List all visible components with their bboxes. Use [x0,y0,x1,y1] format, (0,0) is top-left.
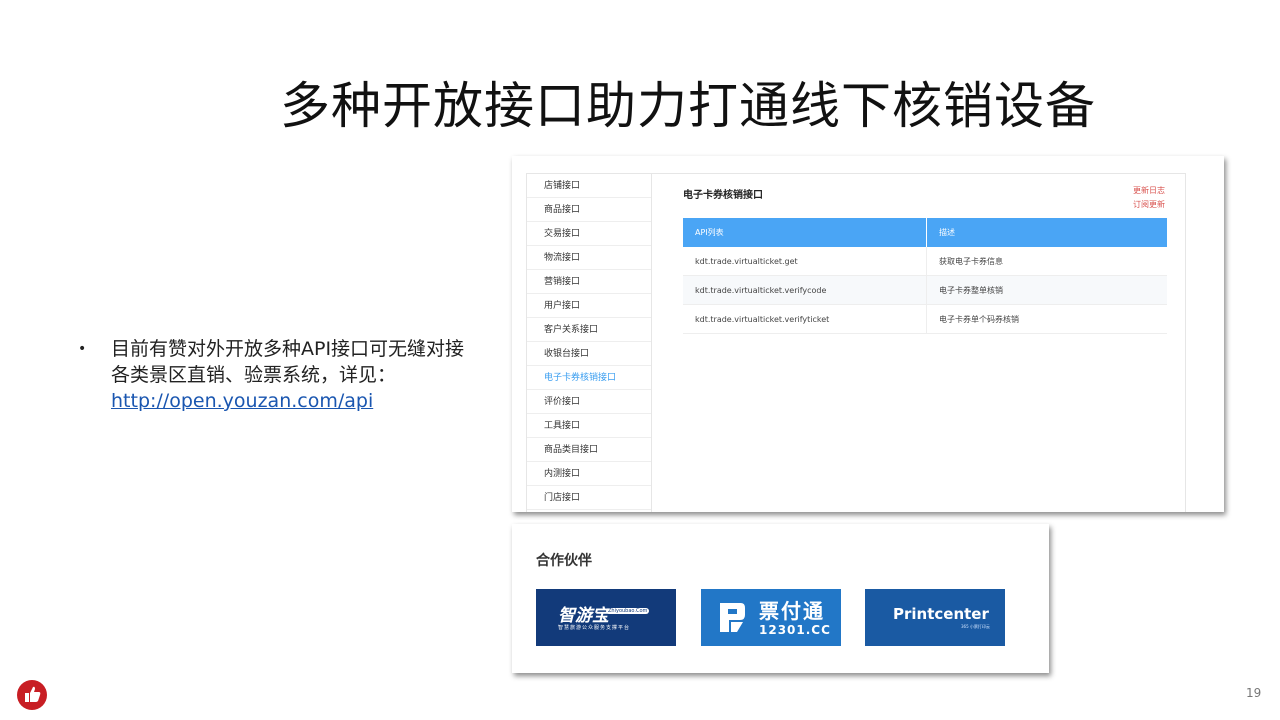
sidebar-item-crm[interactable]: 客户关系接口 [527,318,651,342]
sidebar-item-shop[interactable]: 店铺接口 [527,174,651,198]
api-doc-page: 店铺接口 商品接口 交易接口 物流接口 营销接口 用户接口 客户关系接口 收银台… [526,173,1186,512]
table-header-row: API列表 描述 [683,218,1167,247]
zhiyoubao-subtitle: 智慧旅游公众服务支撑平台 [558,625,631,631]
sidebar-item-tools[interactable]: 工具接口 [527,414,651,438]
zhiyoubao-name: 智游宝 [558,606,609,626]
sidebar-item-logistics[interactable]: 物流接口 [527,246,651,270]
api-sidebar: 店铺接口 商品接口 交易接口 物流接口 营销接口 用户接口 客户关系接口 收银台… [527,174,652,512]
zhiyoubao-site: Zhiyoubao.Com [606,608,650,614]
sidebar-item-store[interactable]: 门店接口 [527,486,651,510]
sidebar-item-category[interactable]: 商品类目接口 [527,438,651,462]
partners-title: 合作伙伴 [536,553,592,569]
partners-screenshot: 合作伙伴 智游宝 Zhiyoubao.Com 智慧旅游公众服务支撑平台 票付通 … [512,524,1049,673]
bullet-body: 目前有赞对外开放多种API接口可无缝对接各类景区直销、验票系统，详见： [111,338,465,386]
bullet-marker: • [78,341,87,357]
api-screenshot: 店铺接口 商品接口 交易接口 物流接口 营销接口 用户接口 客户关系接口 收银台… [512,156,1224,512]
api-doc-link[interactable]: http://open.youzan.com/api [111,390,373,412]
sidebar-item-review[interactable]: 评价接口 [527,390,651,414]
sidebar-item-marketing[interactable]: 营销接口 [527,270,651,294]
api-heading: 电子卡券核销接口 [683,190,763,201]
changelog-link[interactable]: 更新日志 [1133,184,1165,198]
sidebar-item-beta[interactable]: 内测接口 [527,462,651,486]
api-links: 更新日志 订阅更新 [1133,184,1165,212]
table-row: kdt.trade.virtualticket.get 获取电子卡券信息 [683,247,1167,276]
table-row: kdt.trade.virtualticket.verifyticket 电子卡… [683,304,1167,334]
column-header-api: API列表 [683,218,927,247]
sidebar-item-product[interactable]: 商品接口 [527,198,651,222]
piaofutong-logo[interactable]: 票付通 12301.CC [701,589,841,646]
zhiyoubao-logo[interactable]: 智游宝 Zhiyoubao.Com 智慧旅游公众服务支撑平台 [536,589,676,646]
piaofutong-mark-icon [720,603,745,632]
sidebar-item-virtual-ticket[interactable]: 电子卡券核销接口 [527,366,651,390]
printcenter-tagline: 365 小票打印云 [961,624,990,629]
table-row: kdt.trade.virtualticket.verifycode 电子卡券整… [683,275,1167,305]
api-table: API列表 描述 kdt.trade.virtualticket.get 获取电… [683,218,1167,334]
api-desc-cell: 获取电子卡券信息 [926,247,1167,276]
sidebar-item-trade[interactable]: 交易接口 [527,222,651,246]
api-desc-cell: 电子卡券整单核销 [926,275,1167,305]
api-content: 电子卡券核销接口 更新日志 订阅更新 API列表 描述 kdt.trade.vi… [664,174,1185,512]
sidebar-item-cashier[interactable]: 收银台接口 [527,342,651,366]
bullet-text: 目前有赞对外开放多种API接口可无缝对接各类景区直销、验票系统，详见： http:… [111,336,471,414]
sidebar-item-user[interactable]: 用户接口 [527,294,651,318]
page-number: 19 [1246,686,1262,700]
printcenter-name: Printcenter [893,605,989,623]
api-desc-cell: 电子卡券单个码券核销 [926,304,1167,334]
api-name-cell[interactable]: kdt.trade.virtualticket.verifyticket [683,304,927,334]
printcenter-logo[interactable]: Printcenter 365 小票打印云 [865,589,1005,646]
thumbs-up-icon [17,680,47,710]
subscribe-link[interactable]: 订阅更新 [1133,198,1165,212]
piaofutong-url: 12301.CC [759,623,831,637]
api-name-cell[interactable]: kdt.trade.virtualticket.verifycode [683,275,927,305]
slide-title: 多种开放接口助力打通线下核销设备 [280,77,1096,135]
column-header-description: 描述 [926,218,1167,247]
api-name-cell[interactable]: kdt.trade.virtualticket.get [683,247,927,276]
piaofutong-name: 票付通 [759,599,825,623]
